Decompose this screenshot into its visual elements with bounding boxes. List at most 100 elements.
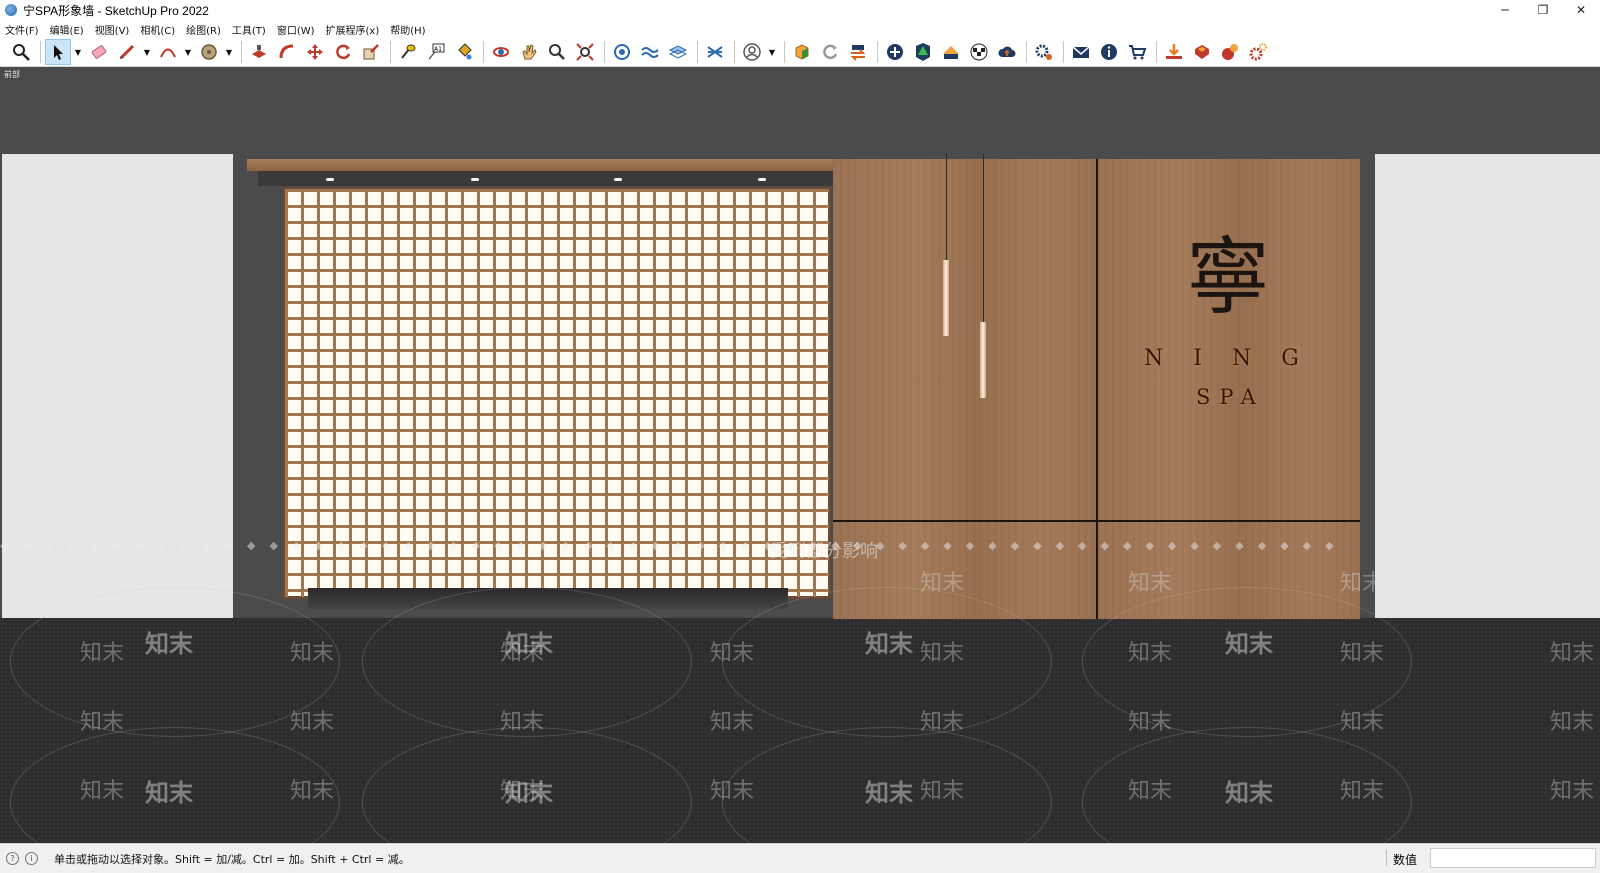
wood-canopy <box>247 159 833 171</box>
plus-circle-icon <box>887 44 903 60</box>
shape-tool-button[interactable] <box>196 39 222 65</box>
mail-button[interactable] <box>1068 39 1094 65</box>
ruby-gem-icon <box>1195 45 1209 59</box>
downlight <box>758 178 766 181</box>
follow-me-button[interactable] <box>274 39 300 65</box>
line-tool-button[interactable] <box>114 39 140 65</box>
push-pull-button[interactable] <box>246 39 272 65</box>
toolbar-separator <box>784 41 785 63</box>
measurements-label: 数值 <box>1393 853 1418 867</box>
pan-button[interactable] <box>516 39 542 65</box>
zoom-button[interactable] <box>544 39 570 65</box>
menu-draw[interactable]: 绘图(R) <box>186 22 221 37</box>
sync-button[interactable] <box>817 39 843 65</box>
status-hint-text: 单击或拖动以选择对象。Shift = 加/减。Ctrl = 加。Shift + … <box>54 852 410 866</box>
downlight <box>471 178 479 181</box>
watermark-ellipse <box>722 587 1052 737</box>
eraser-tool-button[interactable] <box>86 39 112 65</box>
menu-edit[interactable]: 编辑(E) <box>50 22 84 37</box>
info-icon <box>1101 44 1117 60</box>
status-separator <box>1386 850 1387 866</box>
extension-button[interactable] <box>1217 39 1243 65</box>
minimize-button[interactable]: ─ <box>1486 0 1524 20</box>
rotate-tool-button[interactable] <box>330 39 356 65</box>
pendant-light <box>943 260 949 336</box>
warehouse-button[interactable] <box>789 39 815 65</box>
pattern-button[interactable] <box>966 39 992 65</box>
main-toolbar: ▼ ▼ ▼ ▼ A1 ▼ <box>0 38 1600 67</box>
settings-button[interactable] <box>1031 39 1057 65</box>
eraser-icon <box>91 45 107 59</box>
components-button[interactable] <box>609 39 635 65</box>
export-arrows-icon <box>850 45 866 61</box>
magnifier-icon <box>13 44 30 61</box>
scene-tab-label[interactable]: 前部 <box>4 69 20 80</box>
measurements-input[interactable] <box>1430 848 1596 868</box>
menu-extensions[interactable]: 扩展程序(x) <box>326 22 380 37</box>
orbit-button[interactable] <box>488 39 514 65</box>
select-tool-button[interactable] <box>45 39 71 65</box>
menu-file[interactable]: 文件(F) <box>5 22 39 37</box>
downlight <box>326 178 334 181</box>
zoom-extents-button[interactable] <box>572 39 598 65</box>
roof-icon <box>943 46 959 59</box>
cloud-upload-button[interactable] <box>994 39 1020 65</box>
title-bar: 宁SPA形象墙 - SketchUp Pro 2022 ─ ❐ ✕ <box>0 0 1600 20</box>
model-viewport[interactable]: 前部 寧 NING SPA ◆◆◆◆◆◆◆◆◆◆◆◆◆◆◆◆◆◆◆◆◆◆◆◆◆◆… <box>0 67 1600 843</box>
text-tool-button[interactable]: A1 <box>423 39 449 65</box>
arc-icon <box>160 48 176 58</box>
toolbar-separator <box>877 41 878 63</box>
styles-button[interactable] <box>702 39 728 65</box>
zoom-window-button[interactable] <box>8 39 34 65</box>
menu-tools[interactable]: 工具(T) <box>232 22 266 37</box>
menu-help[interactable]: 帮助(H) <box>390 22 425 37</box>
account-button[interactable] <box>739 39 765 65</box>
extension-settings-button[interactable] <box>1245 39 1271 65</box>
arc-tool-button[interactable] <box>155 39 181 65</box>
move-tool-button[interactable] <box>302 39 328 65</box>
menu-window[interactable]: 窗口(W) <box>277 22 315 37</box>
restore-button[interactable]: ❐ <box>1524 0 1562 20</box>
rotate-icon <box>336 44 351 60</box>
scale-tool-button[interactable] <box>358 39 384 65</box>
cart-button[interactable] <box>1124 39 1150 65</box>
zoom-extents-icon <box>576 43 594 61</box>
info-button[interactable] <box>1096 39 1122 65</box>
shape-dropdown-caret[interactable]: ▼ <box>224 39 234 65</box>
watermark-ellipse <box>10 587 340 737</box>
push-pull-icon <box>252 45 266 58</box>
cloud-upload-icon <box>998 46 1016 57</box>
sandbox-button[interactable] <box>637 39 663 65</box>
text-label-icon: A1 <box>428 43 445 60</box>
account-dropdown-caret[interactable]: ▼ <box>767 39 777 65</box>
toolbar-separator <box>40 41 41 63</box>
roof-button[interactable] <box>938 39 964 65</box>
brand-logo-character: 寧 <box>1186 228 1271 326</box>
paint-bucket-button[interactable] <box>451 39 477 65</box>
tape-measure-button[interactable] <box>395 39 421 65</box>
styles-icon <box>707 46 723 58</box>
menu-view[interactable]: 视图(V) <box>95 22 130 37</box>
geolocation-icon[interactable]: ? <box>6 852 19 865</box>
menu-camera[interactable]: 相机(C) <box>140 22 175 37</box>
instructor-info-icon[interactable]: i <box>25 852 38 865</box>
import-button[interactable] <box>1161 39 1187 65</box>
layers-button[interactable] <box>665 39 691 65</box>
downlight <box>614 178 622 181</box>
brand-logo-ning: NING <box>1144 346 1329 371</box>
ruby-button[interactable] <box>1189 39 1215 65</box>
close-button[interactable]: ✕ <box>1562 0 1600 20</box>
select-dropdown-caret[interactable]: ▼ <box>73 39 83 65</box>
tree-icon <box>916 43 930 61</box>
hand-icon <box>522 44 537 60</box>
toolbar-separator <box>483 41 484 63</box>
export-button[interactable] <box>845 39 871 65</box>
orbit-icon <box>493 47 509 57</box>
arc-dropdown-caret[interactable]: ▼ <box>183 39 193 65</box>
add-button[interactable] <box>882 39 908 65</box>
line-dropdown-caret[interactable]: ▼ <box>142 39 152 65</box>
watermark-ellipse <box>362 587 692 737</box>
tree-button[interactable] <box>910 39 936 65</box>
window-title: 宁SPA形象墙 - SketchUp Pro 2022 <box>23 3 209 18</box>
download-tray-icon <box>1166 44 1182 59</box>
